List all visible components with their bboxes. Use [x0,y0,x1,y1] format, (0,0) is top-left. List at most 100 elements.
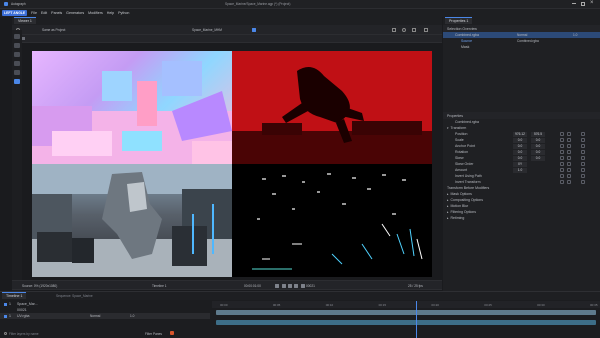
hand-tool-icon[interactable] [22,37,25,40]
last-frame-icon[interactable] [300,283,305,288]
layer-row-mask[interactable]: Mask [443,44,600,50]
viewer-toolbar: Same as Project Space_Marine_MHM [12,25,442,35]
brush-tool-icon[interactable] [14,70,20,75]
timeline-ruler[interactable]: 00:00 00:05 00:10 00:15 00:20 00:25 00:30 00:35 [212,301,600,308]
menu-python[interactable]: Python [118,11,129,15]
link-icon[interactable] [567,180,571,184]
link-icon[interactable] [567,144,571,148]
time-range-bar[interactable] [216,310,596,315]
keyframe-icon[interactable] [560,174,564,178]
first-frame-icon[interactable] [275,283,280,288]
rect-tool-icon[interactable] [14,52,20,57]
link-icon[interactable] [567,156,571,160]
tab-timeline[interactable]: Timeline 1 [2,292,27,299]
fullscreen-icon[interactable] [424,28,428,32]
link-icon[interactable] [567,174,571,178]
property-value-x[interactable]: XY [513,161,527,167]
property-value-y[interactable]: 0.0 [531,143,545,149]
layer-search-input[interactable]: Filter layers by name [9,332,39,336]
next-frame-icon[interactable] [294,283,299,288]
property-value-x[interactable]: 0.0 [513,143,527,149]
blend-mode-select[interactable]: Normal [90,314,100,318]
source-resolution[interactable]: Source: 0% (1920x1080) [22,284,57,288]
property-value-x[interactable]: 1.0 [513,167,527,173]
current-frame[interactable]: 00021 [306,284,315,288]
property-value-x[interactable]: 0.0 [513,149,527,155]
reset-icon[interactable] [581,180,585,184]
timeline-layer-row[interactable]: 1 UV.rgba Normal 1.0 [0,313,210,319]
reset-icon[interactable] [581,132,585,136]
tool-palette [12,30,22,292]
keyframe-icon[interactable] [560,150,564,154]
reset-icon[interactable] [581,150,585,154]
scene-selector[interactable]: Same as Project [42,28,65,32]
settings-icon[interactable] [412,28,416,32]
property-value-x[interactable]: 0.0 [513,155,527,161]
composition-select[interactable]: Timeline 1 [152,284,167,288]
tab-sequence[interactable]: Sequence: Space_Marine [56,294,93,298]
comp-name[interactable]: Space_Marine_MHM [192,28,222,32]
keyframe-icon[interactable] [560,180,564,184]
property-value-y[interactable]: 0.0 [531,137,545,143]
move-tool-icon[interactable] [14,43,20,48]
menu-file[interactable]: File [31,11,37,15]
playhead[interactable] [416,301,417,338]
reset-icon[interactable] [581,144,585,148]
record-icon[interactable] [170,331,174,335]
visibility-icon[interactable] [4,314,7,318]
reset-icon[interactable] [581,156,585,160]
layer-mode[interactable]: Normal [517,33,527,37]
link-icon[interactable] [567,162,571,166]
reset-icon[interactable] [581,174,585,178]
document-title: Space_Marine/Space_Marine.agp (*) (Proje… [225,2,291,6]
close-icon[interactable]: × [590,0,594,6]
reset-icon[interactable] [581,138,585,142]
grid-icon[interactable] [392,28,396,32]
menu-edit[interactable]: Edit [41,11,47,15]
layer-mode: Combined.rgba [517,39,539,43]
menu-help[interactable]: Help [107,11,114,15]
layer-value[interactable]: 1.0 [573,33,577,37]
opacity-field[interactable]: 1.0 [130,314,134,318]
play-icon[interactable] [287,283,292,288]
property-value-x[interactable]: 0.0 [513,137,527,143]
work-area-track[interactable] [216,310,596,315]
menu-modifiers[interactable]: Modifiers [88,11,103,15]
select-tool-icon[interactable] [14,34,20,39]
keyframe-icon[interactable] [560,162,564,166]
minimize-icon[interactable] [572,3,576,4]
lights-pass-image [252,173,423,270]
keyframe-icon[interactable] [560,156,564,160]
layer-track-bar[interactable] [216,320,596,325]
viewer-channel-icon[interactable] [252,28,256,32]
reset-icon[interactable] [581,162,585,166]
visibility-icon[interactable] [4,302,7,306]
link-icon[interactable] [567,132,571,136]
zoom-icon[interactable] [402,28,406,32]
collapsed-group[interactable]: ▸ Retiming [443,215,600,221]
property-label: Invert Using Path [455,174,482,178]
menu-panels[interactable]: Panels [51,11,62,15]
reset-icon[interactable] [581,168,585,172]
menu-generators[interactable]: Generators [66,11,84,15]
maximize-icon[interactable] [581,2,585,6]
link-icon[interactable] [567,150,571,154]
tab-viewer[interactable]: Viewer 1 [14,17,36,24]
keyframe-icon[interactable] [560,168,564,172]
keyframe-icon[interactable] [560,138,564,142]
tab-properties[interactable]: Properties 1 [445,17,473,24]
filter-panes-button[interactable]: Filter Panes [145,332,162,336]
keyframe-icon[interactable] [560,132,564,136]
viewer-canvas[interactable] [32,51,432,277]
link-icon[interactable] [567,168,571,172]
keyframe-icon[interactable] [560,144,564,148]
text-tool-icon[interactable] [14,79,20,84]
property-value-y[interactable]: 576.5 [531,131,545,137]
property-value-y[interactable]: 0.0 [531,155,545,161]
prev-frame-icon[interactable] [281,283,286,288]
property-value-y[interactable]: 0.0 [531,149,545,155]
link-icon[interactable] [567,138,571,142]
property-value-x[interactable]: 976.12 [513,131,527,137]
group-label: Mask Options [450,192,472,196]
pen-tool-icon[interactable] [14,61,20,66]
